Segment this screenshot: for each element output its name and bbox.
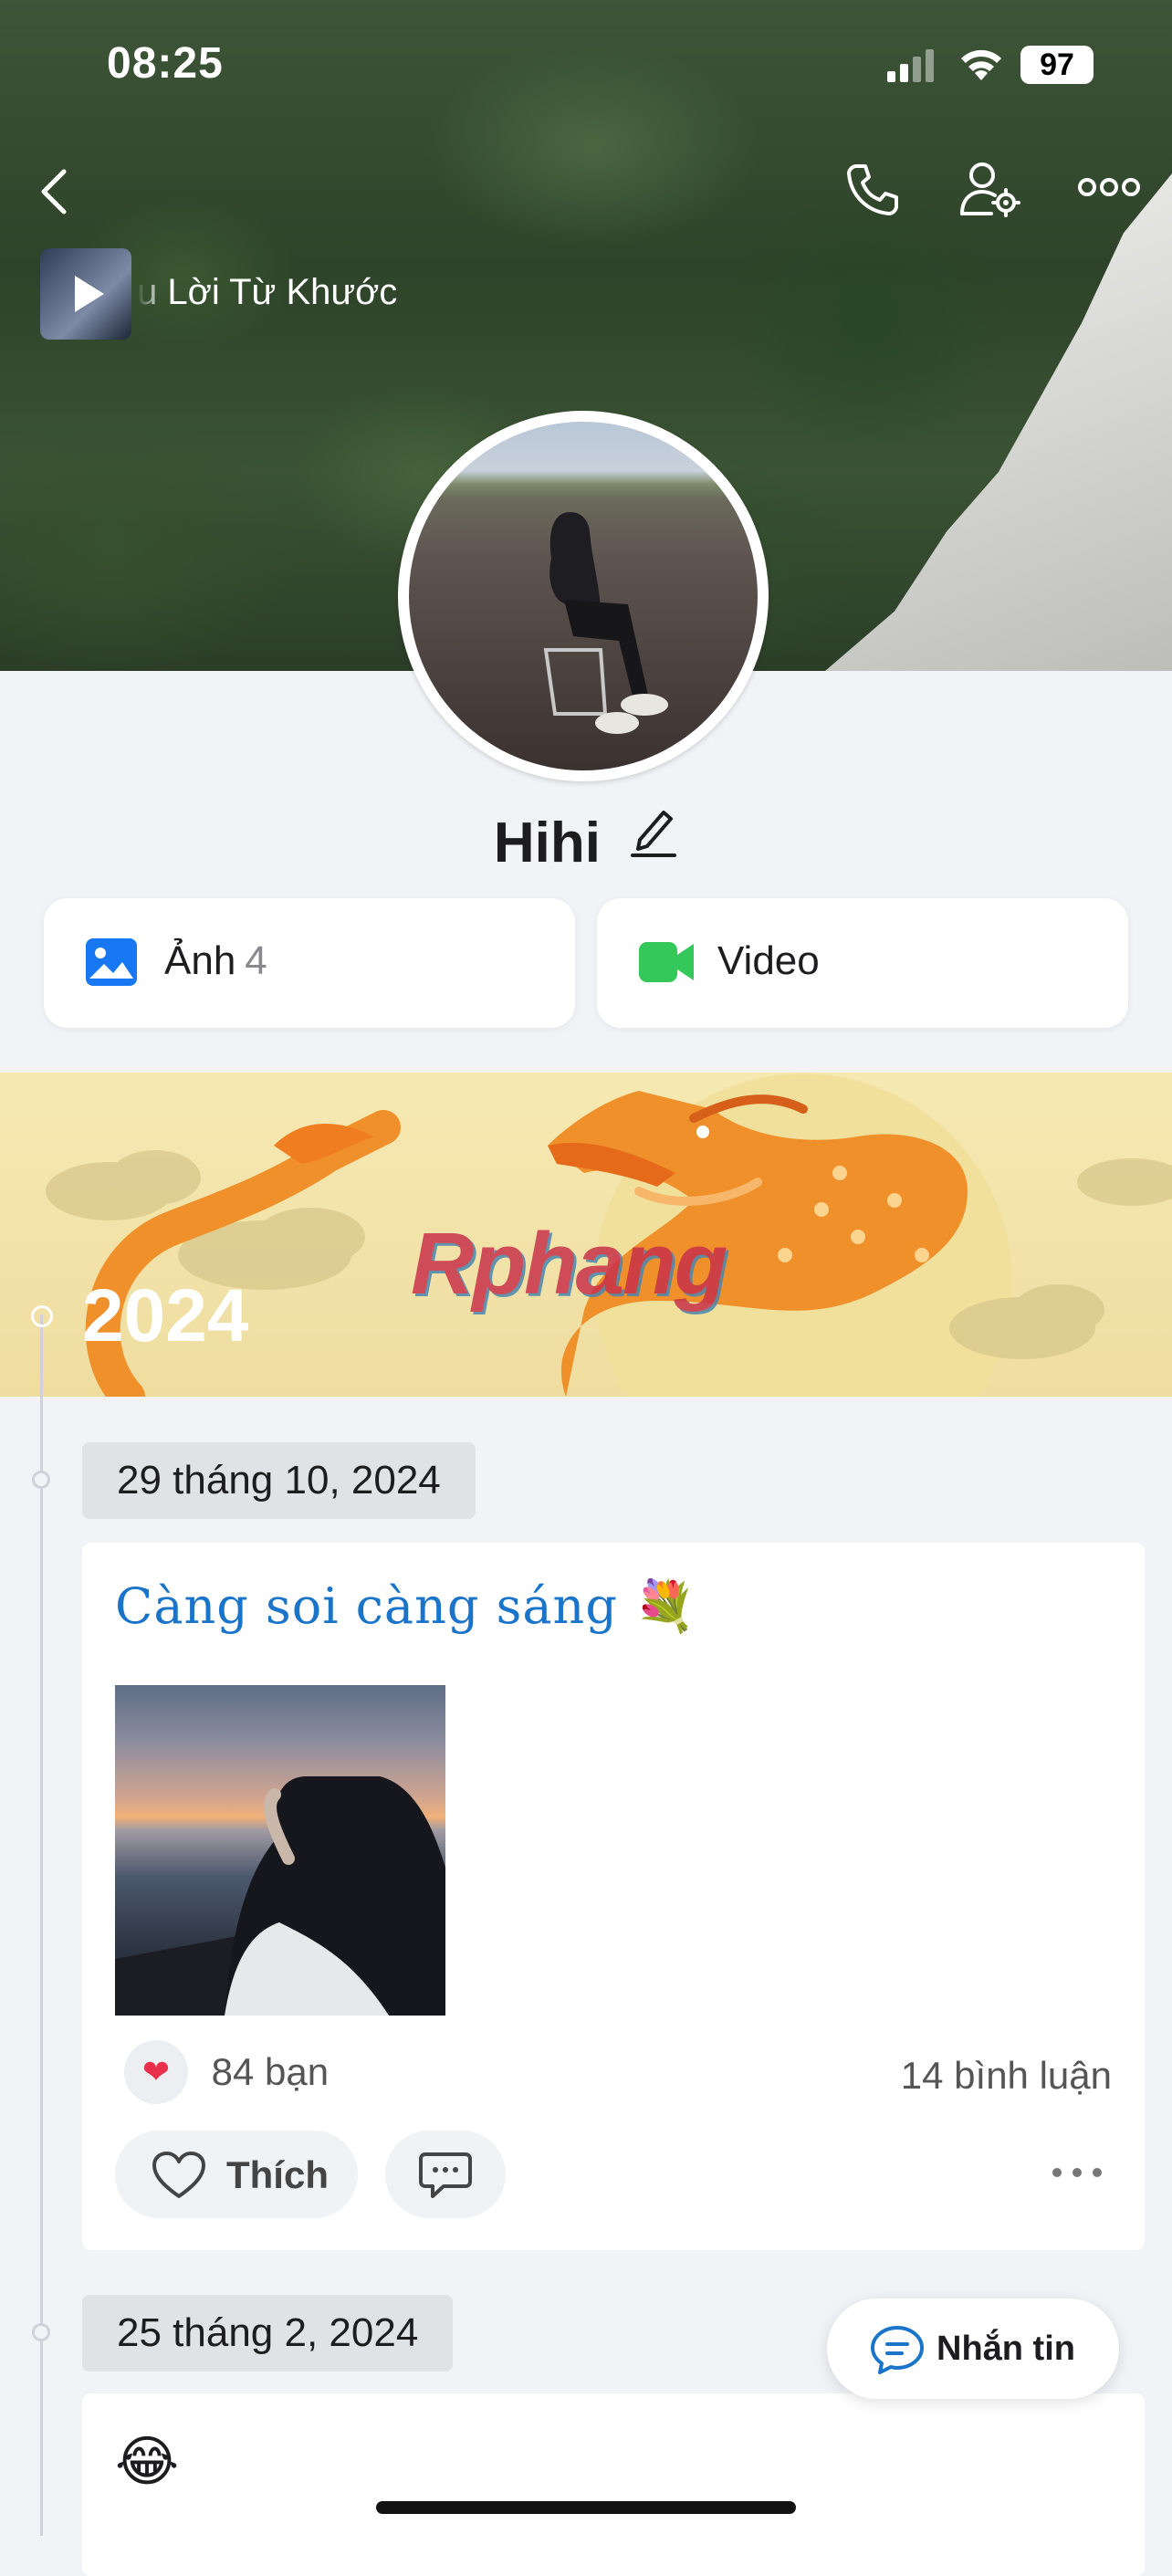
like-button[interactable]: Thích [115,2131,358,2218]
cover-statue [825,173,1172,671]
post-card[interactable]: 😂 [82,2393,1145,2576]
video-camera-icon [639,942,694,982]
more-dots-icon[interactable] [1050,2163,1104,2182]
post-date: 25 tháng 2, 2024 [82,2295,454,2372]
signal-icon [887,49,934,82]
like-label: Thích [226,2153,329,2196]
timeline-dot [31,1305,53,1327]
message-button[interactable]: Nhắn tin [827,2299,1119,2399]
heart-icon: ❤ [124,2040,188,2104]
photos-label: Ảnh [164,938,236,983]
music-title[interactable]: u Lời Từ Khước [137,272,438,313]
heart-outline-icon [152,2152,205,2198]
battery-indicator: 97 [1020,46,1094,84]
avatar-image [409,422,758,770]
status-time: 08:25 [107,39,224,88]
avatar[interactable] [398,411,769,781]
message-label: Nhắn tin [937,2330,1075,2368]
video-button[interactable]: Video [597,898,1128,1028]
home-indicator [376,2501,796,2514]
phone-icon[interactable] [842,159,902,219]
post-photo[interactable] [115,1685,445,2016]
chevron-left-icon[interactable] [33,164,78,219]
comment-icon [419,2152,472,2198]
year-label: 2024 [82,1274,249,1357]
reaction-count: 84 bạn [211,2050,330,2093]
chat-bubble-icon [871,2326,924,2374]
wifi-icon [961,49,1001,80]
profile-name-row: Hihi [0,803,1172,875]
photos-button[interactable]: Ảnh 4 [44,898,575,1028]
profile-name: Hihi [493,812,601,875]
video-label: Video [717,938,820,983]
pencil-edit-icon[interactable] [629,803,678,858]
timeline-line [40,1314,43,2536]
post-card[interactable]: Càng soi càng sáng 💐 ❤ 84 bạn 14 bình lu… [82,1543,1145,2250]
reactions-summary[interactable]: ❤ 84 bạn [124,2040,329,2104]
photo-icon [86,938,137,986]
photos-count: 4 [245,938,267,983]
play-icon [75,276,104,312]
comments-count[interactable]: 14 bình luận [901,2054,1112,2098]
timeline-dot [32,2323,50,2341]
comment-button[interactable] [385,2131,506,2218]
more-horizontal-icon[interactable] [1077,173,1141,201]
music-thumbnail[interactable] [40,248,131,340]
user-settings-icon[interactable] [958,159,1022,219]
post-emoji: 😂 [115,2431,180,2492]
timeline-dot [32,1471,50,1489]
post-date: 29 tháng 10, 2024 [82,1442,476,1519]
watermark-logo: Rphang [411,1215,727,1313]
post-title: Càng soi càng sáng 💐 [115,1577,697,1635]
